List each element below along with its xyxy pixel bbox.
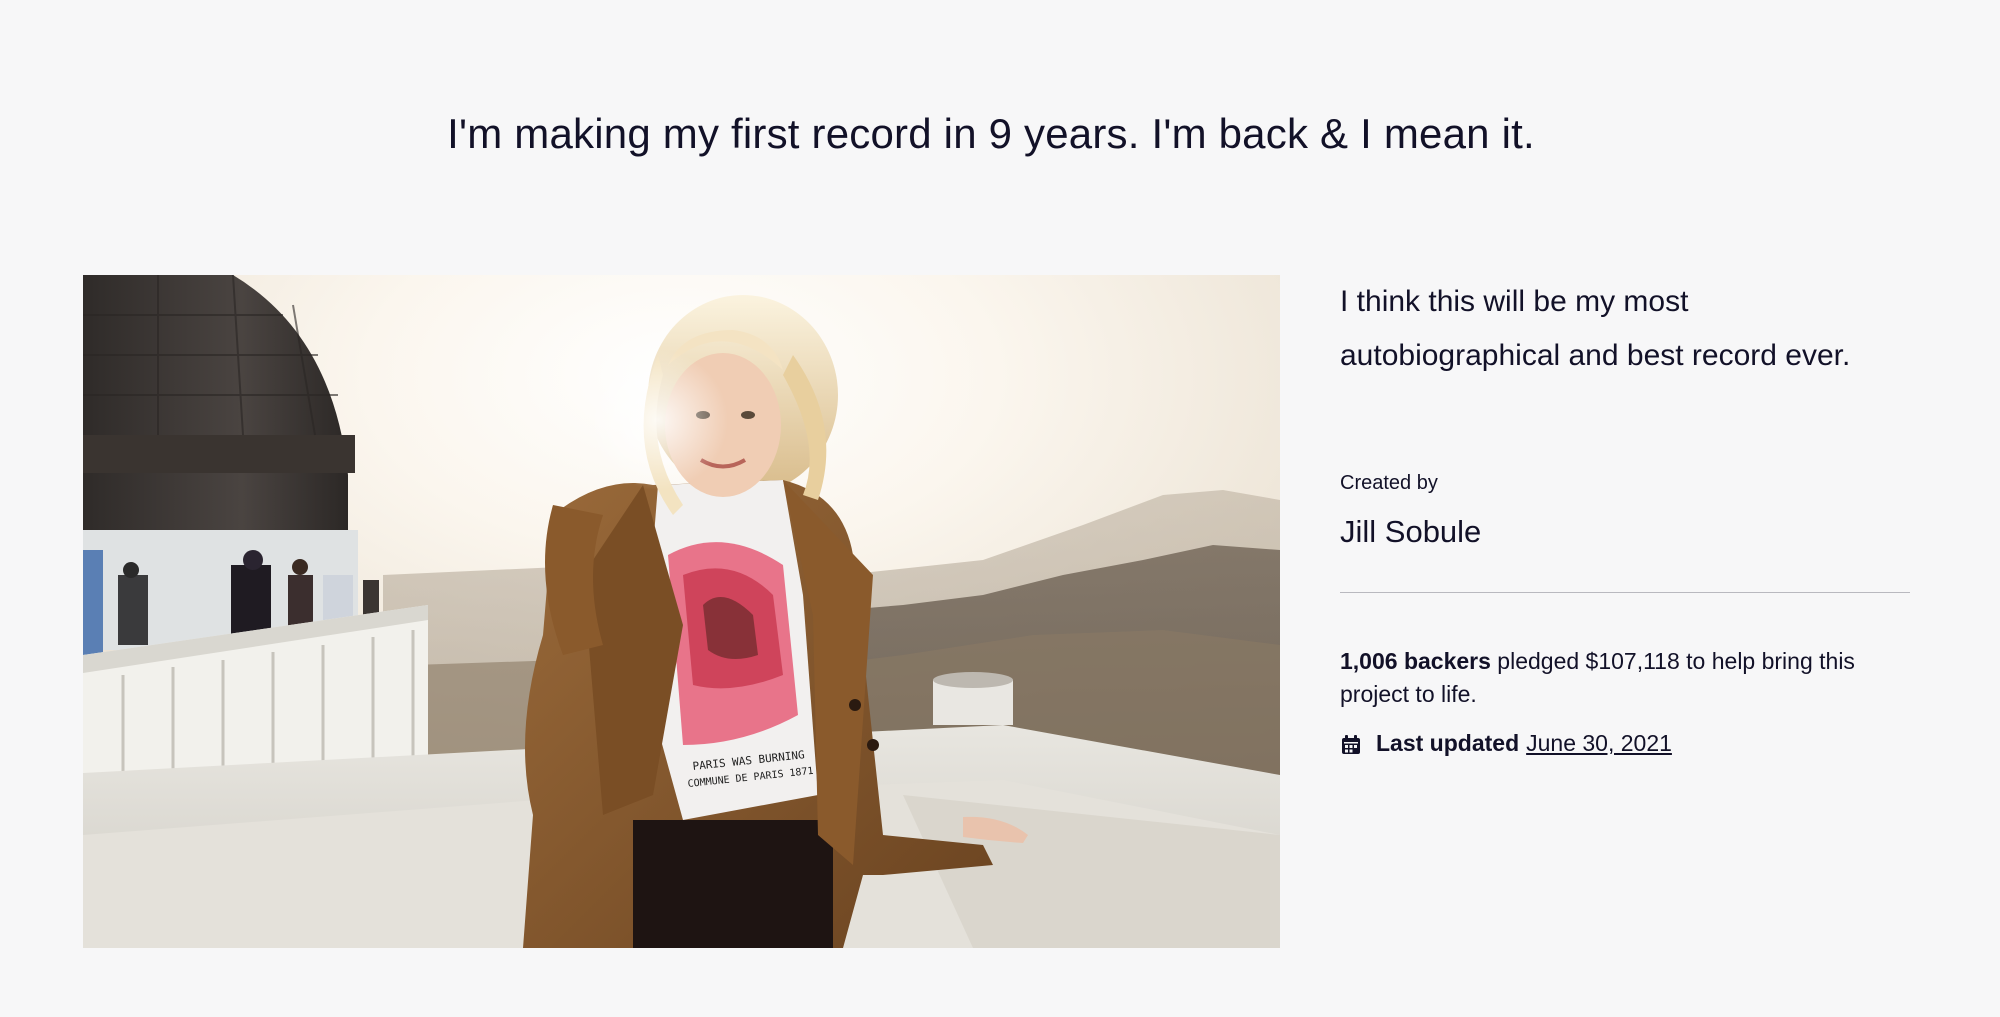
project-title: I'm making my first record in 9 years. I… — [447, 110, 1535, 157]
backers-count: 1,006 backers — [1340, 648, 1491, 674]
last-updated-date-link[interactable]: June 30, 2021 — [1526, 727, 1672, 759]
last-updated: Last updated June 30, 2021 — [1340, 727, 1910, 759]
project-sidebar: I think this will be my most autobiograp… — [1340, 275, 1910, 759]
project-page: I'm making my first record in 9 years. I… — [0, 0, 2000, 1017]
divider — [1340, 592, 1910, 593]
project-blurb: I think this will be my most autobiograp… — [1340, 285, 1851, 372]
created-by-label: Created by — [1340, 472, 1438, 494]
last-updated-label: Last updated — [1376, 730, 1520, 756]
project-hero-image[interactable]: PARIS WAS BURNING COMMUNE DE PARIS 1871 — [83, 275, 1280, 948]
calendar-icon — [1340, 732, 1362, 754]
funding-stats: 1,006 backers pledged $107,118 to help b… — [1340, 645, 1910, 711]
creator-name-link[interactable]: Jill Sobule — [1340, 512, 1910, 552]
